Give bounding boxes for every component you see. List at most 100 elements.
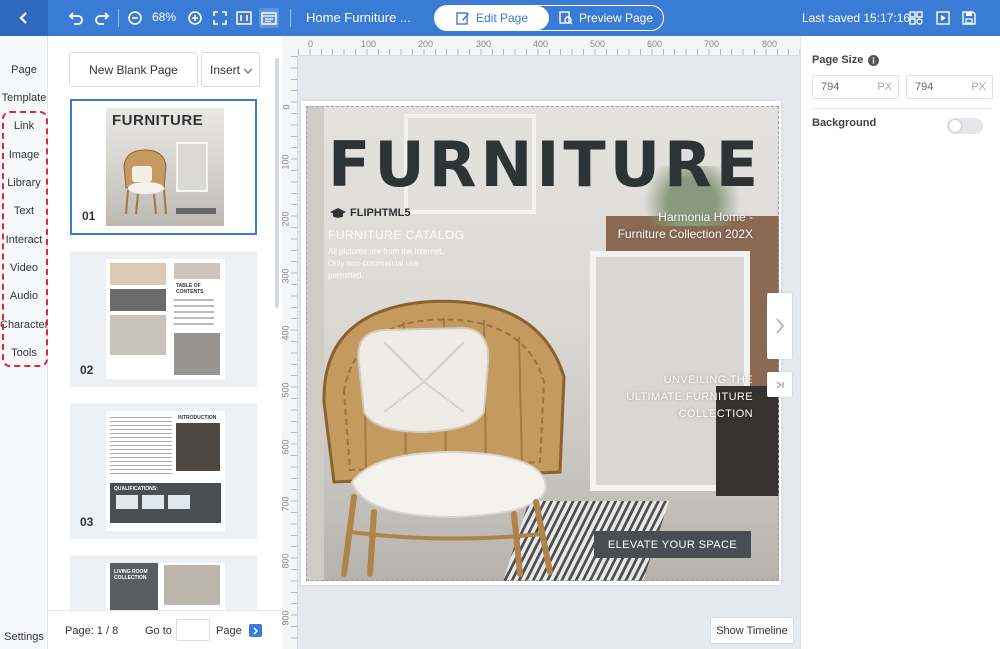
fit-screen-icon[interactable] <box>211 8 229 28</box>
pages-scrollbar[interactable] <box>275 58 279 308</box>
page-thumb-1[interactable]: FURNITURE 01 <box>70 99 257 235</box>
ruler-vertical: 0 100 200 300 400 500 600 700 800 900 <box>282 56 298 649</box>
preview-page-label: Preview Page <box>578 11 654 25</box>
nav-template[interactable]: Template <box>0 92 48 104</box>
ruler-label: 400 <box>282 325 291 341</box>
cover-page[interactable]: FURNITURE FLIPHTML5 FURNITURE CATALOG Al… <box>306 106 779 581</box>
unveiling-text[interactable]: UNVEILING THE ULTIMATE FURNITURE COLLECT… <box>626 372 753 423</box>
zoom-out-icon[interactable] <box>126 8 144 28</box>
chevron-right-icon <box>253 626 259 635</box>
new-blank-page-button[interactable]: New Blank Page <box>69 52 198 87</box>
insert-label: Insert <box>210 62 241 77</box>
disclaimer-text[interactable]: All pictures are from the internet. Only… <box>328 246 444 282</box>
last-page-button[interactable] <box>767 372 792 397</box>
zoom-level: 68% <box>152 10 177 24</box>
show-timeline-button[interactable]: Show Timeline <box>710 617 794 644</box>
toggle-knob <box>949 120 961 132</box>
ruler-label: 800 <box>282 553 291 569</box>
ruler-label: 200 <box>418 39 434 49</box>
harmonia-text[interactable]: Harmonia Home - Furniture Collection 202… <box>618 209 753 243</box>
undo-icon[interactable] <box>66 8 86 28</box>
page-height-input[interactable]: 794 PX <box>906 75 993 99</box>
ruler-label: 800 <box>762 39 778 49</box>
save-icon[interactable] <box>960 8 978 28</box>
last-saved-status: Last saved 15:17:16 <box>802 11 911 25</box>
rattan-chair-illustration <box>322 299 566 577</box>
chevron-right-icon <box>775 318 784 334</box>
actual-size-icon[interactable] <box>235 8 253 28</box>
mini-title: FURNITURE <box>112 112 204 129</box>
nav-page[interactable]: Page <box>0 64 48 76</box>
edit-icon <box>456 12 469 25</box>
page-thumb-3[interactable]: INTRODUCTION QUALIFICATIONS: 03 <box>70 403 257 539</box>
back-button[interactable] <box>0 0 48 36</box>
ruler-corner <box>282 36 298 56</box>
ruler-label: 600 <box>282 439 291 455</box>
mini-living-heading: LIVING ROOM COLLECTION <box>114 569 148 581</box>
unveil-line: ULTIMATE FURNITURE <box>626 391 753 403</box>
zoom-in-icon[interactable] <box>186 8 204 28</box>
harmonia-line: Furniture Collection 202X <box>617 227 753 241</box>
height-value: 794 <box>915 81 934 93</box>
width-value: 794 <box>821 81 840 93</box>
next-page-button[interactable] <box>767 293 792 359</box>
document-title[interactable]: Home Furniture ... <box>306 10 411 25</box>
chevron-down-icon <box>243 68 253 74</box>
page-size-heading: Page Size <box>812 54 880 66</box>
page-width-input[interactable]: 794 PX <box>812 75 899 99</box>
settings-sliders-icon[interactable] <box>907 8 925 28</box>
goto-button[interactable] <box>249 624 262 637</box>
disclaimer-line: permitted. <box>328 271 364 280</box>
top-toolbar: 68% Home Furniture ... Edit Page Preview… <box>0 0 1000 36</box>
background-label: Background <box>812 117 877 129</box>
graduation-cap-icon <box>330 208 346 218</box>
pages-footer: Page: 1 / 8 Go to Page <box>48 610 282 649</box>
height-unit: PX <box>971 81 986 93</box>
mini-toc-heading: TABLE OF CONTENTS <box>176 283 204 295</box>
panel-divider <box>812 108 992 109</box>
thumb-living-preview: LIVING ROOM COLLECTION <box>106 563 225 610</box>
harmonia-line: Harmonia Home - <box>658 210 753 224</box>
ruler-label: 400 <box>533 39 549 49</box>
edit-page-label: Edit Page <box>475 11 529 25</box>
ruler-label: 500 <box>282 382 291 398</box>
ruler-label: 300 <box>476 39 492 49</box>
background-toggle[interactable] <box>947 118 983 134</box>
mini-qualifications: QUALIFICATIONS: <box>114 486 158 492</box>
catalog-label[interactable]: FURNITURE CATALOG <box>328 228 465 242</box>
insert-dropdown[interactable]: Insert <box>201 52 260 87</box>
ruler-label: 700 <box>282 496 291 512</box>
info-icon[interactable] <box>868 54 880 66</box>
toolbar-divider <box>290 9 291 27</box>
page-number: 02 <box>80 363 94 377</box>
publish-icon[interactable] <box>934 8 952 28</box>
ruler-horizontal: 0 100 200 300 400 500 600 700 800 <box>298 36 800 56</box>
brand-logo: FLIPHTML5 <box>330 207 411 219</box>
nav-settings[interactable]: Settings <box>0 631 48 643</box>
disclaimer-line: Only non-commercial use <box>328 259 419 268</box>
edit-page-tab[interactable]: Edit Page <box>435 6 549 30</box>
mini-intro-heading: INTRODUCTION <box>178 415 217 421</box>
page-layout-icon[interactable] <box>259 8 279 28</box>
ruler-label: 700 <box>704 39 720 49</box>
page-thumb-4[interactable]: LIVING ROOM COLLECTION <box>70 555 257 610</box>
ruler-label: 100 <box>361 39 377 49</box>
preview-icon <box>559 11 573 25</box>
ruler-label: 500 <box>590 39 606 49</box>
pages-panel: New Blank Page Insert FURNITURE 01 TABLE… <box>48 36 282 649</box>
ruler-label: 0 <box>282 104 292 110</box>
cover-title[interactable]: FURNITURE <box>328 134 762 196</box>
ruler-label: 600 <box>647 39 663 49</box>
page-thumb-2[interactable]: TABLE OF CONTENTS 02 <box>70 251 257 387</box>
ruler-label: 0 <box>308 39 314 49</box>
preview-page-tab[interactable]: Preview Page <box>549 6 663 30</box>
mini-chair-illustration <box>123 149 167 215</box>
disclaimer-line: All pictures are from the internet. <box>328 247 444 256</box>
elevate-banner[interactable]: ELEVATE YOUR SPACE <box>594 531 751 558</box>
page-number: 01 <box>82 209 96 223</box>
page-indicator: Page: 1 / 8 <box>65 625 119 637</box>
ruler-label: 900 <box>282 610 291 626</box>
thumb-cover-preview: FURNITURE <box>106 108 224 226</box>
redo-icon[interactable] <box>92 8 112 28</box>
goto-page-input[interactable] <box>176 619 210 641</box>
